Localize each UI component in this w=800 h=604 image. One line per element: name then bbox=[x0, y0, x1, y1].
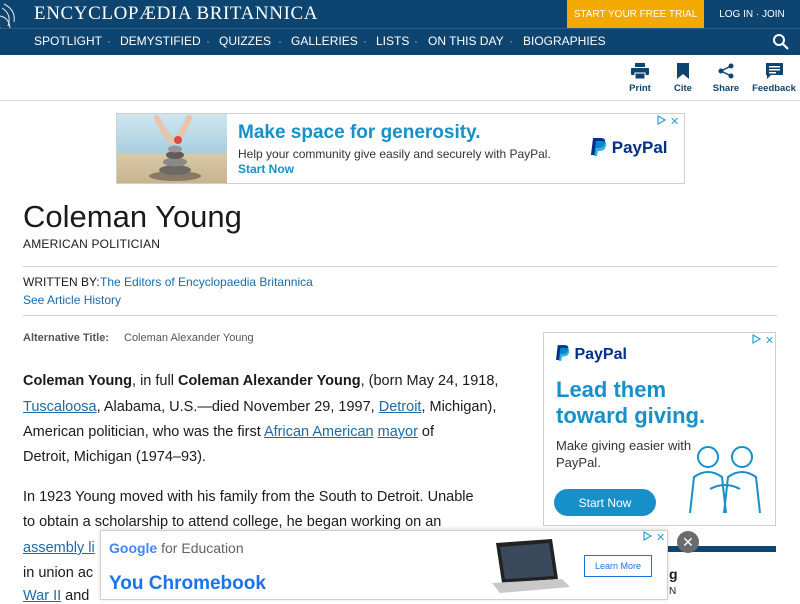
nav-item-on-this-day[interactable]: ON THIS DAY bbox=[428, 34, 504, 48]
adchoices-icon[interactable] bbox=[643, 531, 653, 544]
article-line: Coleman Young, in full Coleman Alexander… bbox=[23, 373, 498, 389]
subject-name: Coleman Young bbox=[23, 373, 133, 389]
site-brand[interactable]: ENCYCLOPÆDIA BRITANNICA bbox=[34, 3, 318, 25]
article-title: Coleman Young bbox=[23, 199, 242, 234]
ad-close-icon[interactable]: ✕ bbox=[765, 334, 774, 347]
article-line: American politician, who was the first A… bbox=[23, 424, 434, 440]
learn-more-button[interactable]: Learn More bbox=[584, 555, 652, 577]
author-link[interactable]: The Editors of Encyclopaedia Britannica bbox=[100, 275, 313, 289]
article-line: Detroit, Michigan (1974–93). bbox=[23, 449, 206, 465]
nav-item-galleries[interactable]: GALLERIES bbox=[291, 34, 358, 48]
link-african-american[interactable]: African American bbox=[264, 424, 374, 440]
people-illustration-icon bbox=[680, 443, 770, 517]
article-line: to obtain a scholarship to attend colleg… bbox=[23, 514, 442, 530]
related-box-subtext: N bbox=[669, 586, 677, 597]
alternative-title-value: Coleman Alexander Young bbox=[124, 332, 254, 344]
ad-body: Help your community give easily and secu… bbox=[238, 147, 551, 161]
link-mayor[interactable]: mayor bbox=[378, 424, 418, 440]
adchoices-icon[interactable] bbox=[752, 333, 762, 347]
subject-full-name: Coleman Alexander Young bbox=[177, 373, 361, 389]
link-assembly-line[interactable]: assembly li bbox=[23, 540, 95, 556]
print-icon bbox=[631, 63, 649, 79]
close-ad-icon[interactable]: ✕ bbox=[677, 531, 699, 553]
nav-item-lists[interactable]: LISTS bbox=[376, 34, 409, 48]
bookmark-icon bbox=[677, 63, 689, 79]
share-label: Share bbox=[712, 83, 740, 94]
article-line: assembly li bbox=[23, 540, 95, 556]
share-button[interactable]: Share bbox=[701, 63, 751, 94]
paypal-p-icon bbox=[556, 345, 570, 361]
feedback-label: Feedback bbox=[752, 83, 796, 94]
text-run: , Alabama, U.S.—died November 29, 1997, bbox=[96, 399, 379, 415]
paypal-p-icon bbox=[591, 138, 607, 156]
alternative-title-label: Alternative Title: bbox=[23, 332, 109, 344]
adchoices-icon[interactable] bbox=[657, 114, 667, 128]
ad-headline: You Chromebook bbox=[109, 573, 266, 594]
nav-separator: · bbox=[107, 34, 111, 48]
link-detroit[interactable]: Detroit bbox=[379, 399, 422, 415]
paypal-logo: PayPal bbox=[556, 345, 627, 364]
article-subtitle: AMERICAN POLITICIAN bbox=[23, 237, 161, 251]
free-trial-button[interactable]: START YOUR FREE TRIAL bbox=[567, 0, 704, 28]
nav-item-biographies[interactable]: BIOGRAPHIES bbox=[523, 34, 606, 48]
text-run: and bbox=[61, 588, 90, 604]
paypal-logo: PayPal bbox=[591, 138, 668, 158]
login-join-button[interactable]: LOG IN · JOIN bbox=[704, 0, 800, 28]
for-education-text: for Education bbox=[157, 540, 244, 556]
divider bbox=[23, 266, 777, 267]
nav-separator: · bbox=[206, 34, 210, 48]
text-run: American politician, who was the first bbox=[23, 424, 264, 440]
text-run: , Michigan), bbox=[421, 399, 497, 415]
paypal-wordmark: PayPal bbox=[574, 346, 627, 363]
nav-separator: · bbox=[509, 34, 513, 48]
nav-separator: · bbox=[363, 34, 367, 48]
article-line: in union ac bbox=[23, 565, 94, 581]
link-world-war-ii[interactable]: War II bbox=[23, 588, 61, 604]
nav-separator: · bbox=[414, 34, 418, 48]
nav-item-spotlight[interactable]: SPOTLIGHT bbox=[34, 34, 102, 48]
paypal-wordmark: PayPal bbox=[611, 138, 668, 157]
chromebook-image bbox=[486, 539, 576, 595]
feedback-button[interactable]: Feedback bbox=[749, 63, 799, 94]
text-run: , in full bbox=[132, 373, 178, 389]
feedback-icon bbox=[765, 63, 783, 79]
ad-close-icon[interactable]: ✕ bbox=[656, 531, 665, 544]
ad-cta-button[interactable]: Start Now bbox=[554, 489, 656, 516]
paypal-banner-ad[interactable]: Make space for generosity. Help your com… bbox=[116, 113, 685, 184]
ad-stacked-stones-image bbox=[117, 114, 227, 183]
written-by-label: WRITTEN BY: bbox=[23, 275, 100, 289]
article-history-link[interactable]: See Article History bbox=[23, 293, 121, 307]
nav-item-demystified[interactable]: DEMYSTIFIED bbox=[120, 34, 201, 48]
text-run: , (born May 24, 1918, bbox=[360, 373, 499, 389]
ad-cta-link[interactable]: Start Now bbox=[238, 162, 294, 176]
ad-headline: Lead them toward giving. bbox=[556, 377, 706, 428]
google-wordmark: Google bbox=[109, 540, 158, 556]
google-for-education-logo: Google for Education bbox=[109, 540, 244, 556]
text-run: of bbox=[417, 424, 435, 440]
related-box-text: g bbox=[669, 566, 678, 582]
link-tuscaloosa[interactable]: Tuscaloosa bbox=[23, 399, 97, 415]
ad-headline: Make space for generosity. bbox=[238, 122, 481, 143]
article-line: In 1923 Young moved with his family from… bbox=[23, 489, 474, 505]
share-icon bbox=[718, 63, 734, 79]
google-education-ad[interactable]: Google for Education You Chromebook Lear… bbox=[100, 530, 668, 600]
nav-separator: · bbox=[278, 34, 282, 48]
search-icon[interactable] bbox=[772, 33, 790, 51]
paypal-sidebar-ad[interactable]: PayPal Lead them toward giving. Make giv… bbox=[543, 332, 776, 526]
divider bbox=[23, 315, 777, 316]
article-line: War II and bbox=[23, 588, 89, 604]
article-line: Tuscaloosa, Alabama, U.S.—died November … bbox=[23, 399, 496, 415]
nav-item-quizzes[interactable]: QUIZZES bbox=[219, 34, 271, 48]
ad-close-icon[interactable]: ✕ bbox=[670, 115, 679, 128]
